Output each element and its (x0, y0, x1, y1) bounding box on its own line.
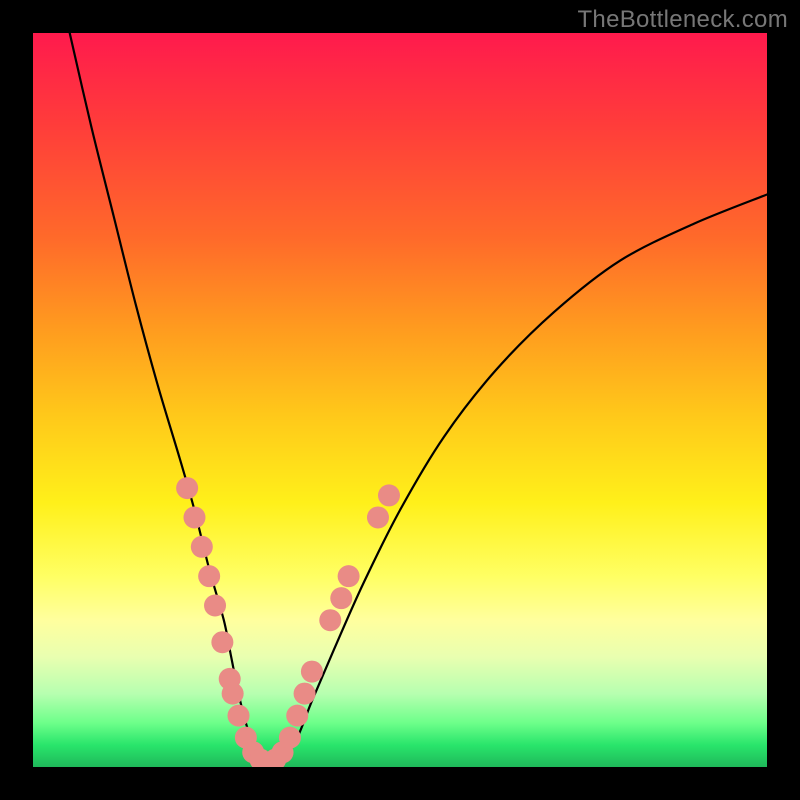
marker-dot (319, 609, 341, 631)
marker-dot (176, 477, 198, 499)
marker-dot (294, 683, 316, 705)
marker-dot (286, 705, 308, 727)
marker-dot (183, 506, 205, 528)
marker-dot (330, 587, 352, 609)
chart-svg (33, 33, 767, 767)
marker-dot (204, 595, 226, 617)
marker-dot (211, 631, 233, 653)
plot-area (33, 33, 767, 767)
marker-dot (301, 661, 323, 683)
watermark-text: TheBottleneck.com (577, 6, 788, 34)
marker-dot (222, 683, 244, 705)
bottleneck-curve (70, 33, 767, 763)
highlight-points (176, 477, 400, 767)
marker-dot (228, 705, 250, 727)
marker-dot (191, 536, 213, 558)
marker-dot (338, 565, 360, 587)
marker-dot (198, 565, 220, 587)
marker-dot (378, 484, 400, 506)
chart-container: TheBottleneck.com (0, 0, 800, 800)
marker-dot (367, 506, 389, 528)
marker-dot (279, 727, 301, 749)
